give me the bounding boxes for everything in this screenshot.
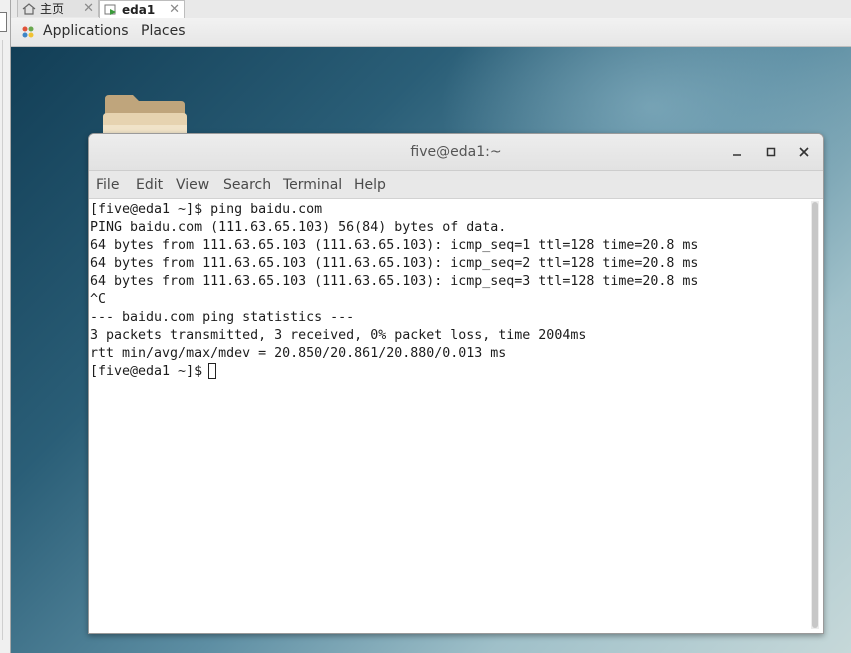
tab-eda1-close-icon[interactable]: ✕ (169, 2, 180, 17)
terminal-output: [five@eda1 ~]$ ping baidu.com PING baidu… (89, 199, 809, 381)
terminal-line: ^C (90, 292, 107, 307)
tab-home-label: 主页 (40, 2, 65, 16)
top-panel: Applications Places (11, 18, 851, 47)
host-side-divider (2, 40, 8, 640)
terminal-prompt: [five@eda1 ~]$ (90, 364, 203, 379)
menu-file[interactable]: File (96, 177, 119, 193)
terminal-cursor (208, 363, 217, 379)
terminal-line: PING baidu.com (111.63.65.103) 56(84) by… (90, 220, 507, 235)
vm-icon (104, 4, 116, 15)
host-side-toggle[interactable] (0, 12, 7, 32)
places-menu[interactable]: Places (141, 23, 186, 39)
menu-help[interactable]: Help (354, 177, 386, 193)
minimize-button[interactable] (727, 142, 747, 162)
home-icon (22, 2, 36, 15)
tab-eda1[interactable]: eda1 ✕ (99, 0, 185, 18)
terminal-content[interactable]: [five@eda1 ~]$ ping baidu.com PING baidu… (89, 199, 809, 633)
terminal-line: rtt min/avg/max/mdev = 20.850/20.861/20.… (90, 346, 507, 361)
close-icon (799, 147, 809, 157)
host-tab-bar: 主页 ✕ eda1 ✕ (11, 0, 851, 19)
terminal-window: five@eda1:~ File Edit View Search Termin… (88, 133, 824, 634)
maximize-button[interactable] (761, 142, 781, 162)
terminal-title: five@eda1:~ (410, 144, 502, 160)
menu-terminal[interactable]: Terminal (283, 177, 342, 193)
minimize-icon (733, 154, 741, 156)
terminal-line: 64 bytes from 111.63.65.103 (111.63.65.1… (90, 238, 699, 253)
menu-search[interactable]: Search (223, 177, 271, 193)
terminal-line: --- baidu.com ping statistics --- (90, 310, 355, 325)
menu-view[interactable]: View (176, 177, 209, 193)
close-button[interactable] (794, 142, 814, 162)
tab-eda1-label: eda1 (122, 2, 156, 17)
scrollbar-thumb[interactable] (812, 202, 818, 628)
applications-menu[interactable]: Applications (43, 23, 129, 39)
tab-home[interactable]: 主页 ✕ (17, 0, 99, 17)
terminal-line: 64 bytes from 111.63.65.103 (111.63.65.1… (90, 274, 699, 289)
terminal-line: 64 bytes from 111.63.65.103 (111.63.65.1… (90, 256, 699, 271)
host-side-strip (0, 0, 11, 653)
maximize-icon (766, 147, 776, 157)
folder-icon[interactable] (103, 95, 187, 135)
terminal-titlebar[interactable]: five@eda1:~ (89, 134, 823, 171)
tab-home-close-icon[interactable]: ✕ (83, 1, 94, 16)
terminal-line: [five@eda1 ~]$ ping baidu.com (90, 202, 323, 217)
terminal-menubar: File Edit View Search Terminal Help (89, 171, 823, 199)
menu-edit[interactable]: Edit (136, 177, 163, 193)
terminal-line: 3 packets transmitted, 3 received, 0% pa… (90, 328, 587, 343)
applications-icon (22, 26, 34, 38)
